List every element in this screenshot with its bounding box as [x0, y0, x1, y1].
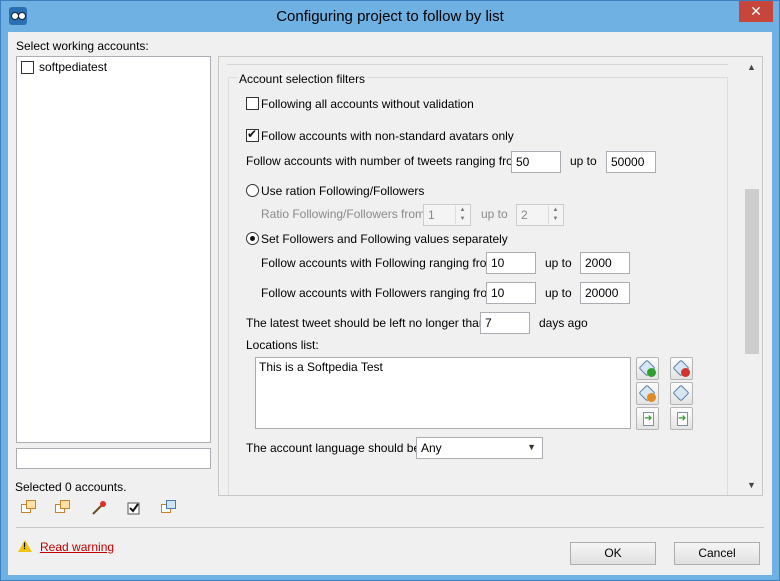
- edit-location-button[interactable]: [636, 382, 659, 405]
- filters-scroll-panel: Account selection filters Following all …: [218, 56, 763, 496]
- window-title: Configuring project to follow by list: [276, 8, 504, 25]
- select-all-icon[interactable]: [21, 500, 37, 516]
- remove-badge-icon: [681, 368, 690, 377]
- cancel-button[interactable]: Cancel: [674, 542, 760, 565]
- close-button[interactable]: ✕: [739, 1, 773, 22]
- separate-values-radio[interactable]: [246, 232, 259, 245]
- followers-up-to-label: up to: [545, 286, 572, 300]
- scroll-thumb[interactable]: [745, 189, 759, 354]
- add-badge-icon: [647, 368, 656, 377]
- vertical-scrollbar[interactable]: ▲ ▼: [743, 57, 761, 495]
- locations-label: Locations list:: [246, 338, 319, 352]
- ratio-from-value: 1: [428, 208, 435, 222]
- magic-wand-icon[interactable]: [91, 500, 107, 516]
- ratio-from-spin-arrows[interactable]: ▲ ▼: [455, 206, 469, 224]
- tweets-from-input[interactable]: 50: [511, 151, 561, 173]
- ratio-to-value: 2: [521, 208, 528, 222]
- import-icon: [643, 412, 654, 426]
- clear-locations-button[interactable]: [670, 382, 693, 405]
- invert-selection-icon[interactable]: [161, 500, 177, 516]
- ratio-radio[interactable]: [246, 184, 259, 197]
- filters-group-title: Account selection filters: [237, 72, 368, 86]
- ratio-to-spin-arrows[interactable]: ▲ ▼: [548, 206, 562, 224]
- tweets-up-to-label: up to: [570, 154, 597, 168]
- nonstandard-avatars-label: Follow accounts with non-standard avatar…: [261, 129, 514, 143]
- ratio-from-label: Ratio Following/Followers from:: [261, 207, 429, 221]
- following-from-input[interactable]: 10: [486, 252, 536, 274]
- ratio-from-spinner[interactable]: 1 ▲ ▼: [423, 204, 471, 226]
- warning-icon: !: [18, 540, 32, 552]
- import-locations-button[interactable]: [636, 407, 659, 430]
- account-checkbox[interactable]: [21, 61, 34, 74]
- export-icon: [677, 412, 688, 426]
- ratio-radio-label: Use ration Following/Followers: [261, 184, 425, 198]
- deselect-all-icon[interactable]: [55, 500, 71, 516]
- dialog-client-area: Select working accounts: softpediatest S…: [8, 32, 772, 575]
- remove-location-button[interactable]: [670, 357, 693, 380]
- nonstandard-avatars-checkbox[interactable]: [246, 127, 259, 142]
- edit-badge-icon: [647, 393, 656, 402]
- follow-all-label: Following all accounts without validatio…: [261, 97, 474, 111]
- list-item[interactable]: softpediatest: [20, 60, 200, 76]
- read-warning-link[interactable]: Read warning: [40, 540, 114, 554]
- scroll-down-arrow-icon[interactable]: ▼: [743, 477, 760, 494]
- language-value: Any: [421, 441, 442, 455]
- language-select[interactable]: Any ▼: [416, 437, 543, 459]
- following-up-to-label: up to: [545, 256, 572, 270]
- dialog-window: Configuring project to follow by list ✕ …: [0, 0, 780, 581]
- title-bar: Configuring project to follow by list ✕: [1, 1, 779, 32]
- tag-icon: [672, 384, 690, 402]
- selected-status: Selected 0 accounts.: [15, 480, 127, 494]
- tweets-range-label: Follow accounts with number of tweets ra…: [246, 154, 527, 168]
- account-filter-input[interactable]: [16, 448, 211, 469]
- follow-all-checkbox[interactable]: [246, 97, 259, 110]
- check-selected-icon[interactable]: [126, 500, 142, 516]
- scroll-up-arrow-icon[interactable]: ▲: [743, 59, 760, 76]
- top-divider: [227, 64, 728, 65]
- accounts-list[interactable]: softpediatest: [16, 56, 211, 443]
- add-location-button[interactable]: [636, 357, 659, 380]
- following-to-input[interactable]: 2000: [580, 252, 630, 274]
- export-locations-button[interactable]: [670, 407, 693, 430]
- days-ago-label: days ago: [539, 316, 588, 330]
- locations-textarea[interactable]: This is a Softpedia Test: [255, 357, 631, 429]
- account-name: softpediatest: [39, 60, 108, 74]
- latest-tweet-label: The latest tweet should be left no longe…: [246, 316, 489, 330]
- followers-from-input[interactable]: 10: [486, 282, 536, 304]
- accounts-header: Select working accounts:: [16, 39, 149, 53]
- locations-text: This is a Softpedia Test: [259, 360, 383, 374]
- latest-tweet-days-input[interactable]: 7: [480, 312, 530, 334]
- followers-range-label: Follow accounts with Followers ranging f…: [261, 286, 501, 300]
- chevron-down-icon[interactable]: ▼: [527, 442, 536, 452]
- language-label: The account language should be:: [246, 441, 424, 455]
- footer-divider: [16, 527, 764, 528]
- following-range-label: Follow accounts with Following ranging f…: [261, 256, 500, 270]
- ok-button[interactable]: OK: [570, 542, 656, 565]
- followers-to-input[interactable]: 20000: [580, 282, 630, 304]
- separate-values-label: Set Followers and Following values separ…: [261, 232, 508, 246]
- tweets-to-input[interactable]: 50000: [606, 151, 656, 173]
- ratio-to-spinner[interactable]: 2 ▲ ▼: [516, 204, 564, 226]
- ratio-up-to-label: up to: [481, 207, 508, 221]
